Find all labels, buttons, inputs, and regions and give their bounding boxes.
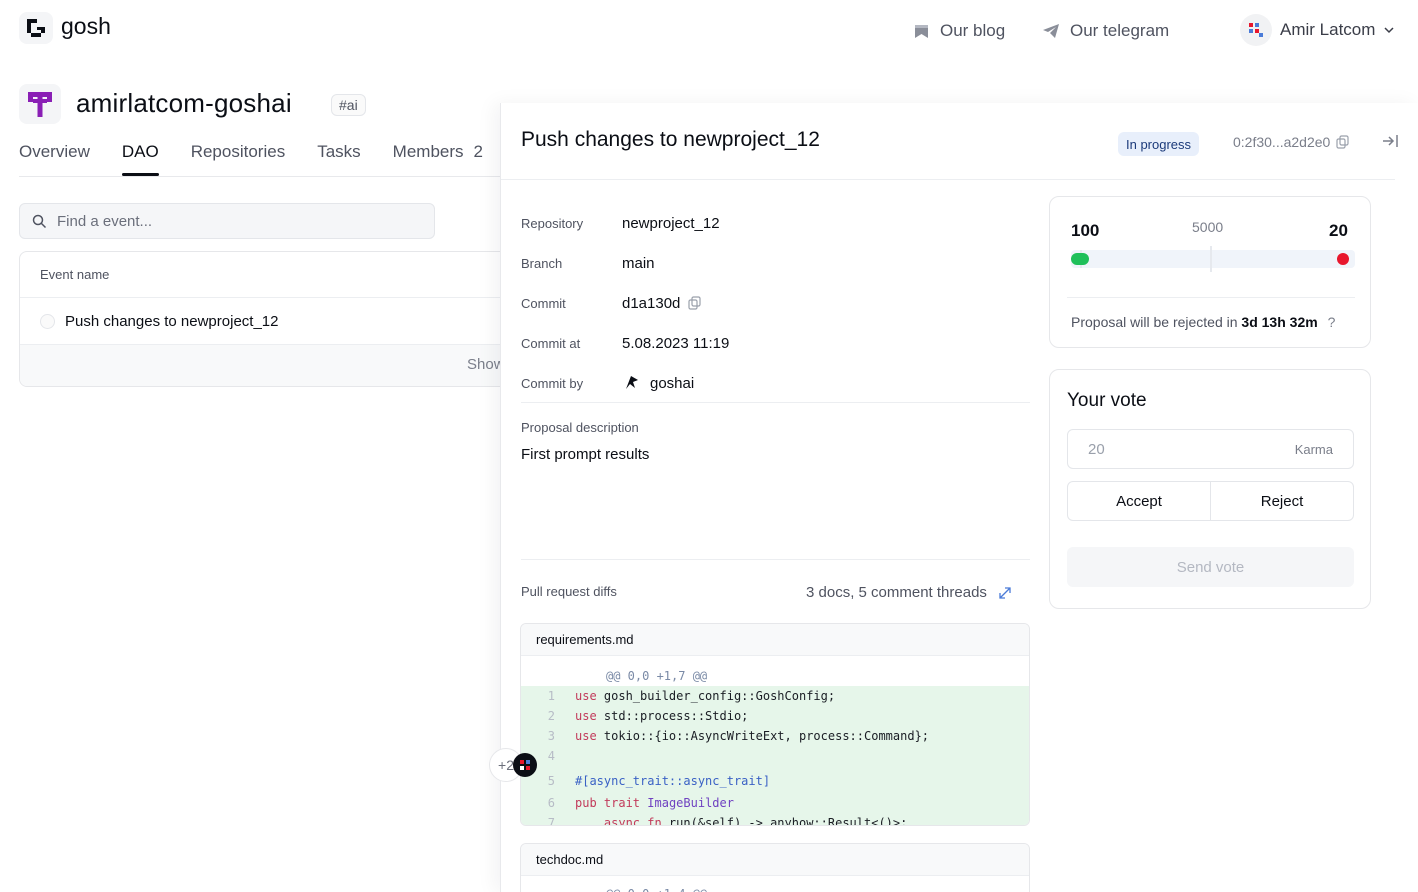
repository-link[interactable]: newproject_12 (622, 215, 720, 232)
commit-date: 5.08.2023 11:19 (622, 334, 730, 352)
divider (521, 559, 1030, 560)
telegram-icon (1043, 24, 1059, 38)
copy-icon[interactable] (1336, 135, 1350, 149)
description-text: First prompt results (521, 446, 650, 463)
gosh-logo[interactable] (19, 12, 53, 44)
proposal-panel: Push changes to newproject_12 In progres… (489, 103, 1418, 892)
divider (1067, 297, 1355, 298)
threshold-marker (1210, 246, 1212, 272)
user-name: Amir Latcom (1280, 20, 1376, 39)
dao-tabs: Overview DAO Repositories Tasks Members 2 (19, 142, 483, 176)
commenter-avatar (513, 753, 537, 777)
brand-name[interactable]: gosh (61, 13, 111, 40)
show-more-bar: Show (20, 345, 518, 386)
telegram-link-label: Our telegram (1070, 21, 1170, 40)
collapse-panel-icon[interactable] (1381, 133, 1399, 149)
dao-avatar (19, 84, 61, 124)
divider (521, 402, 1030, 403)
telegram-link[interactable]: Our telegram (1042, 18, 1169, 44)
author-avatar-icon (626, 376, 638, 389)
search-icon (32, 214, 47, 228)
diffs-label: Pull request diffs (521, 584, 617, 599)
vote-status-card: 100 5000 20 Proposal will be rejected in… (1049, 196, 1371, 348)
accept-indicator (1071, 253, 1089, 265)
meta-repository: Repository newproject_12 (521, 214, 720, 232)
reject-votes: 20 (1329, 221, 1348, 240)
show-more-button[interactable]: Show (467, 356, 505, 373)
status-badge: In progress (1118, 132, 1200, 156)
branch-link[interactable]: main (622, 255, 655, 272)
your-vote-title: Your vote (1067, 390, 1147, 411)
diff-file: requirements.md @@ 0,0 +1,7 @@ 1 use gosh… (520, 623, 1030, 826)
description-label: Proposal description (521, 420, 639, 435)
code-line[interactable]: 2 use std::process::Stdio; (521, 706, 1029, 726)
reject-indicator (1337, 253, 1349, 265)
accept-button[interactable]: Accept (1068, 482, 1210, 520)
tabs-divider (19, 176, 500, 177)
hunk-header: @@ 0,0 +1,7 @@ (606, 669, 708, 683)
event-search[interactable]: Find a event... (19, 203, 435, 239)
send-vote-button[interactable]: Send vote (1067, 547, 1354, 587)
dao-name: amirlatcom-goshai (76, 88, 292, 118)
tab-repositories[interactable]: Repositories (191, 142, 286, 174)
remaining-time: 3d 13h 32m (1241, 314, 1318, 330)
commit-details: Repository newproject_12 Branch main Com… (521, 203, 729, 403)
code-line[interactable]: 5 #[async_trait::async_trait] (521, 768, 1029, 791)
rejection-note: Proposal will be rejected in 3d 13h 32m … (1071, 314, 1336, 330)
accept-votes: 100 (1071, 221, 1100, 240)
events-table: Event name Push changes to newproject_12… (19, 251, 519, 387)
panel-divider (501, 179, 1395, 180)
copy-icon[interactable] (688, 296, 702, 310)
your-vote-card: Your vote 20 Karma Accept Reject Send vo… (1049, 369, 1371, 609)
proposal-title: Push changes to newproject_12 (521, 128, 820, 151)
search-input[interactable]: Find a event... (57, 213, 152, 230)
diff-file: techdoc.md @@ 0,0 +1,4 @@ (520, 843, 1030, 892)
address-text: 0:2f30...a2d2e0 (1233, 134, 1331, 150)
members-count: 2 (473, 142, 483, 161)
code-line[interactable]: 3 use tokio::{io::AsyncWriteExt, process:… (521, 726, 1029, 746)
help-icon[interactable]: ? (1328, 314, 1336, 330)
meta-commit-at: Commit at 5.08.2023 11:19 (521, 334, 730, 352)
tab-overview[interactable]: Overview (19, 142, 90, 174)
author-name[interactable]: goshai (650, 375, 694, 392)
tab-tasks[interactable]: Tasks (317, 142, 360, 174)
vote-choice: Accept Reject (1067, 481, 1354, 521)
dao-tag[interactable]: #ai (331, 94, 366, 116)
hunk-header: @@ 0,0 +1,4 @@ (521, 884, 1029, 892)
comment-threads-badge[interactable]: +2 (489, 748, 537, 782)
blog-link[interactable]: Our blog (913, 18, 1005, 44)
code-line[interactable]: 4 (521, 746, 1029, 768)
file-name[interactable]: techdoc.md (521, 844, 1029, 876)
user-menu[interactable]: Amir Latcom (1240, 14, 1395, 46)
vote-threshold: 5000 (1192, 219, 1224, 235)
karma-unit: Karma (1294, 441, 1333, 457)
code-line[interactable]: 7 async fn run(&self) -> anyhow::Result<… (521, 813, 1029, 825)
amount-placeholder: 20 (1088, 440, 1105, 458)
blog-link-label: Our blog (940, 21, 1006, 40)
user-avatar (1240, 14, 1272, 46)
table-row[interactable]: Push changes to newproject_12 (20, 298, 518, 345)
status-dot (40, 313, 55, 329)
meta-commit-by: Commit by goshai (521, 374, 695, 392)
column-header-event-name: Event name (20, 252, 518, 298)
karma-amount-input[interactable]: 20 Karma (1067, 429, 1354, 469)
reject-button[interactable]: Reject (1210, 482, 1353, 520)
meta-commit: Commit d1a130d (521, 283, 729, 323)
code-block: @@ 0,0 +1,4 @@ (521, 884, 1029, 892)
tab-members[interactable]: Members 2 (393, 142, 483, 174)
code-line[interactable]: 1 use gosh_builder_config::GoshConfig; (521, 686, 1029, 706)
file-name[interactable]: requirements.md (521, 624, 1029, 656)
event-name: Push changes to newproject_12 (65, 312, 279, 330)
commit-link[interactable]: d1a130d (622, 295, 680, 312)
chevron-down-icon (1384, 27, 1394, 34)
meta-branch: Branch main (521, 254, 655, 272)
code-line[interactable]: 6 pub trait ImageBuilder (521, 791, 1029, 813)
bookmark-icon (915, 24, 928, 38)
diffs-summary[interactable]: 3 docs, 5 comment threads (806, 584, 1013, 601)
proposal-address[interactable]: 0:2f30...a2d2e0 (1233, 134, 1350, 150)
tab-dao[interactable]: DAO (121, 142, 159, 176)
vote-progress-bar (1071, 250, 1355, 268)
code-block: @@ 0,0 +1,7 @@ 1 use gosh_builder_config:… (521, 666, 1029, 825)
expand-icon[interactable] (997, 585, 1013, 601)
